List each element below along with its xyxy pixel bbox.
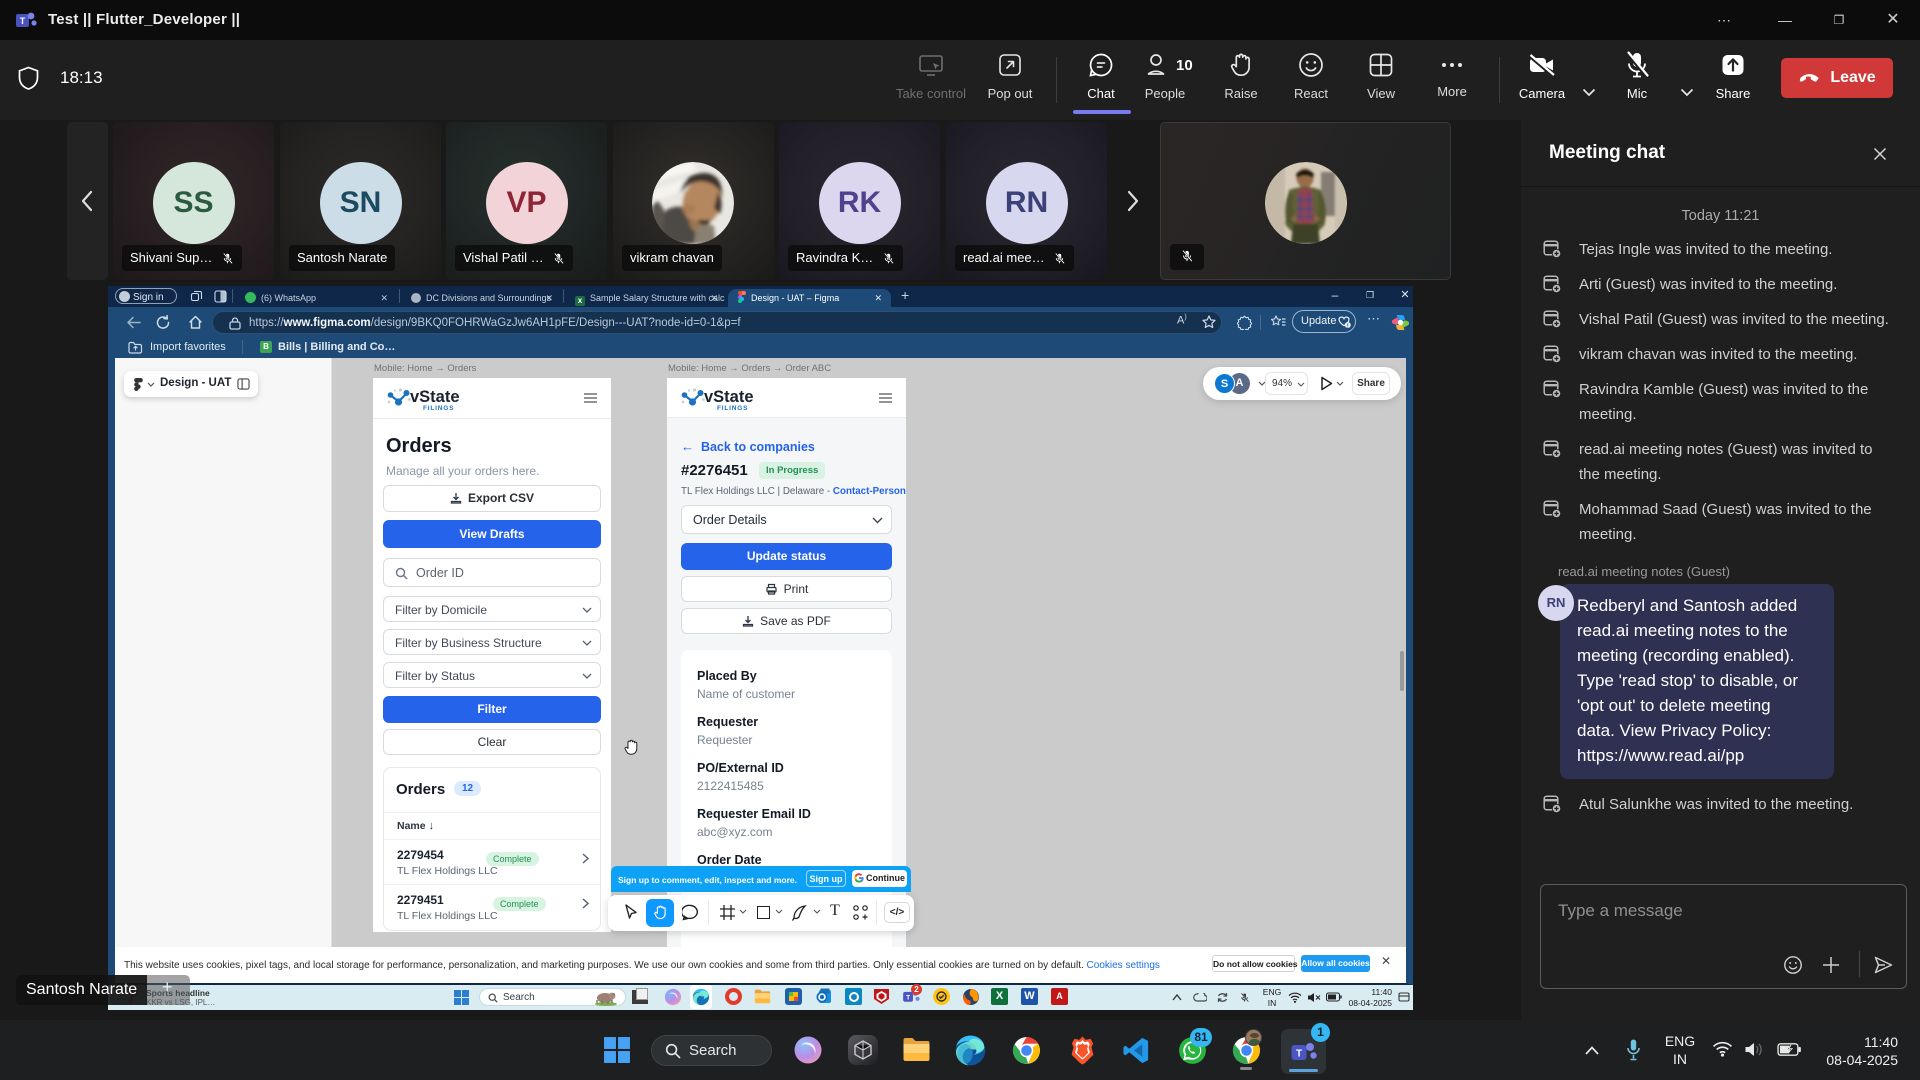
svg-text:FILINGS: FILINGS xyxy=(423,405,454,412)
svg-text:vState: vState xyxy=(704,388,754,406)
svg-text:T: T xyxy=(906,994,910,1001)
svg-text:T: T xyxy=(1296,1049,1302,1060)
svg-text:vState: vState xyxy=(410,388,460,406)
svg-text:!: ! xyxy=(1347,323,1349,329)
svg-text:T: T xyxy=(20,16,26,26)
svg-text:FILINGS: FILINGS xyxy=(717,405,748,412)
